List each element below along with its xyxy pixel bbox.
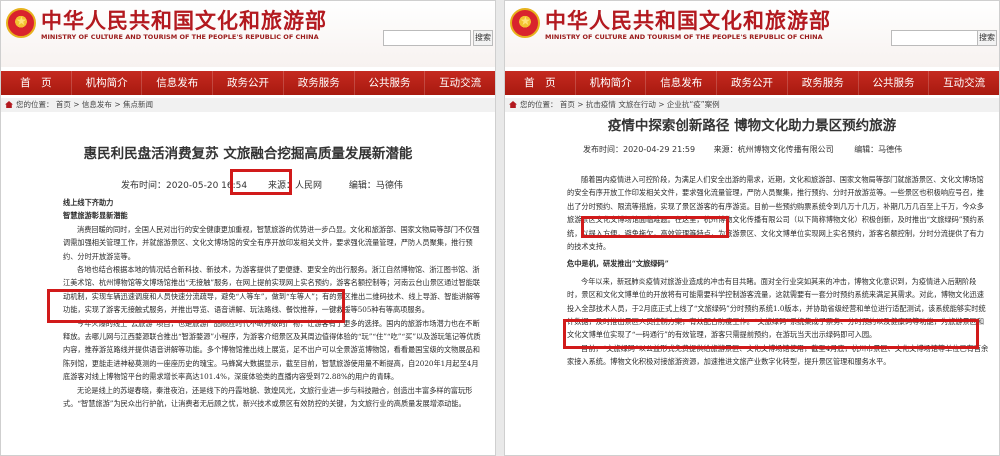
nav-item-news[interactable]: 信息发布 [646,71,718,95]
paragraph: 消费回暖的同时，全国人民对出行的安全健康更加重视，智慧旅游的优势进一步凸显。文化… [63,224,480,261]
article-title: 惠民利民盘活消费复苏 文旅融合挖掘高质量发展新潜能 [83,146,413,162]
paragraph: 随着国内疫情进入可控阶段，为满足人们安全出游的需求，近期，文化和旅游部、国家文物… [567,175,985,252]
paragraph: 目前，“文旅绿码”以公益形式免费提供给旅游景区、文化文博场馆使用，截至4月底，杭… [567,343,989,367]
main-nav: 首 页 机构简介 信息发布 政务公开 政务服务 公共服务 互动交流 [1,71,495,95]
article-editor: 编辑：马德伟 [854,145,903,154]
ministry-name-en: MINISTRY OF CULTURE AND TOURISM OF THE P… [41,33,319,41]
ministry-name-cn: 中华人民共和国文化和旅游部 [41,8,327,33]
article-meta: 发布时间：2020-05-20 16:54 来源：人民网 编辑：马德伟 [121,178,413,191]
paragraph: 各地也结合根据本地的情况结合新科技、新技术，为游客提供了更便捷、更安全的出行服务… [63,265,481,315]
nav-item-home[interactable]: 首 页 [505,71,576,95]
nav-item-about[interactable]: 机构简介 [72,71,143,95]
search-button[interactable]: 搜索 [977,30,997,46]
search-input[interactable] [383,30,471,46]
paragraph: 今年以来，新冠肺炎疫情对旅游业造成的冲击有目共睹。面对全行业突如其来的冲击，博物… [567,276,986,340]
national-emblem-icon [6,8,36,38]
ministry-name-en: MINISTRY OF CULTURE AND TOURISM OF THE P… [545,33,823,41]
nav-item-gov-open[interactable]: 政务公开 [717,71,788,95]
article-body: 随着国内疫情进入可控阶段，为满足人们安全出游的需求，近期，文化和旅游部、国家文物… [567,173,989,451]
article-source: 来源：杭州博物文化传播有限公司 [713,145,834,154]
article-editor: 编辑：马德伟 [348,181,403,191]
article-body: 线上线下齐助力 智慧旅游彰显新潜能 消费回暖的同时，全国人民对出行的安全健康更加… [63,196,483,451]
paragraph: 无论是线上的苏堤春晓，秦淮夜泊，还是线下的丹霞地貌、敦煌风光，文旅行业进一步与科… [63,385,473,409]
nav-item-home[interactable]: 首 页 [1,71,72,95]
nav-item-gov-service[interactable]: 政务服务 [284,71,355,95]
nav-item-interaction[interactable]: 互动交流 [929,71,999,95]
national-emblem-icon [510,8,540,38]
publish-time: 发布时间：2020-05-20 16:54 [121,181,248,191]
home-icon [5,101,13,108]
article-meta: 发布时间：2020-04-29 21:59 来源：杭州博物文化传播有限公司 编辑… [583,144,912,155]
publish-time: 发布时间：2020-04-29 21:59 [583,145,696,154]
breadcrumb: 您的位置： 首页 > 信息发布 > 焦点新闻 [1,98,495,112]
site-header: 中华人民共和国文化和旅游部 MINISTRY OF CULTURE AND TO… [505,1,999,67]
breadcrumb-text[interactable]: 您的位置： 首页 > 抗击疫情 文旅在行动 > 企业抗“疫”案例 [520,100,720,109]
nav-item-public-service[interactable]: 公共服务 [355,71,426,95]
section-heading: 危中是机，研发推出“文旅绿码” [567,259,669,269]
breadcrumb: 您的位置： 首页 > 抗击疫情 文旅在行动 > 企业抗“疫”案例 [505,98,999,112]
breadcrumb-text[interactable]: 您的位置： 首页 > 信息发布 > 焦点新闻 [16,100,153,109]
nav-item-about[interactable]: 机构简介 [576,71,647,95]
article-title: 疫情中探索创新路径 博物文化助力景区预约旅游 [607,118,897,134]
right-screenshot-panel: 中华人民共和国文化和旅游部 MINISTRY OF CULTURE AND TO… [504,0,1000,456]
nav-item-news[interactable]: 信息发布 [142,71,214,95]
nav-item-gov-open[interactable]: 政务公开 [213,71,284,95]
search-button[interactable]: 搜索 [473,30,493,46]
article-source: 来源：人民网 [267,181,322,191]
paragraph: 今年火爆的线上“云旅游”项目，也是旅游产品顺应时代不断升级的产物，让游客有了更多… [63,318,481,382]
section-heading: 线上线下齐助力 [63,198,114,207]
section-subheading: 智慧旅游彰显新潜能 [63,211,128,221]
home-icon [509,101,517,108]
nav-item-public-service[interactable]: 公共服务 [859,71,930,95]
nav-item-interaction[interactable]: 互动交流 [425,71,495,95]
site-header: 中华人民共和国文化和旅游部 MINISTRY OF CULTURE AND TO… [1,1,495,67]
nav-item-gov-service[interactable]: 政务服务 [788,71,859,95]
ministry-name-cn: 中华人民共和国文化和旅游部 [545,8,831,33]
search-input[interactable] [891,30,979,46]
left-screenshot-panel: 中华人民共和国文化和旅游部 MINISTRY OF CULTURE AND TO… [0,0,496,456]
main-nav: 首 页 机构简介 信息发布 政务公开 政务服务 公共服务 互动交流 [505,71,999,95]
